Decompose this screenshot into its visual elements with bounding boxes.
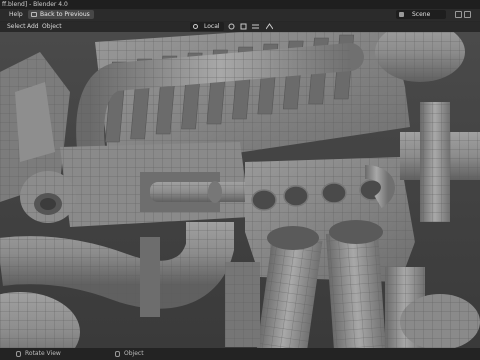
mouse-right-icon xyxy=(115,351,120,357)
close-icon[interactable] xyxy=(464,11,471,18)
orientation-icon xyxy=(193,24,198,29)
status-hint-object: Object xyxy=(124,350,144,357)
snap-target-icon[interactable] xyxy=(240,23,247,30)
3d-viewport[interactable] xyxy=(0,32,480,348)
back-to-previous-button[interactable]: Back to Previous xyxy=(28,10,94,19)
status-hint-rotate: Rotate View xyxy=(25,350,61,357)
viewport-header: Select Add Object Local xyxy=(0,21,480,32)
scene-selector[interactable]: Scene xyxy=(396,10,446,19)
menu-select[interactable]: Select xyxy=(7,22,26,31)
orientation-label: Local xyxy=(204,23,220,30)
menu-help[interactable]: Help xyxy=(9,11,23,19)
window-title: ff.blend] - Blender 4.0 xyxy=(2,1,68,8)
screen-icon xyxy=(31,12,37,17)
status-bar: Rotate View Object xyxy=(0,348,480,360)
transform-orientation-dropdown[interactable]: Local xyxy=(190,22,224,31)
back-button-label: Back to Previous xyxy=(40,11,90,18)
falloff-icon[interactable] xyxy=(266,23,273,30)
menu-add[interactable]: Add xyxy=(27,22,39,31)
snap-icon[interactable] xyxy=(228,23,235,30)
scene-tools xyxy=(455,10,473,19)
menu-object[interactable]: Object xyxy=(42,22,62,31)
blender-window: ff.blend] - Blender 4.0 Help Back to Pre… xyxy=(0,0,480,360)
proportional-edit-icon[interactable] xyxy=(252,23,259,30)
mouse-middle-icon xyxy=(16,351,21,357)
copy-icon[interactable] xyxy=(455,11,462,18)
scene-name: Scene xyxy=(412,11,431,18)
title-bar: ff.blend] - Blender 4.0 xyxy=(0,0,480,9)
mesh-render xyxy=(0,32,480,348)
scene-icon xyxy=(399,12,404,17)
